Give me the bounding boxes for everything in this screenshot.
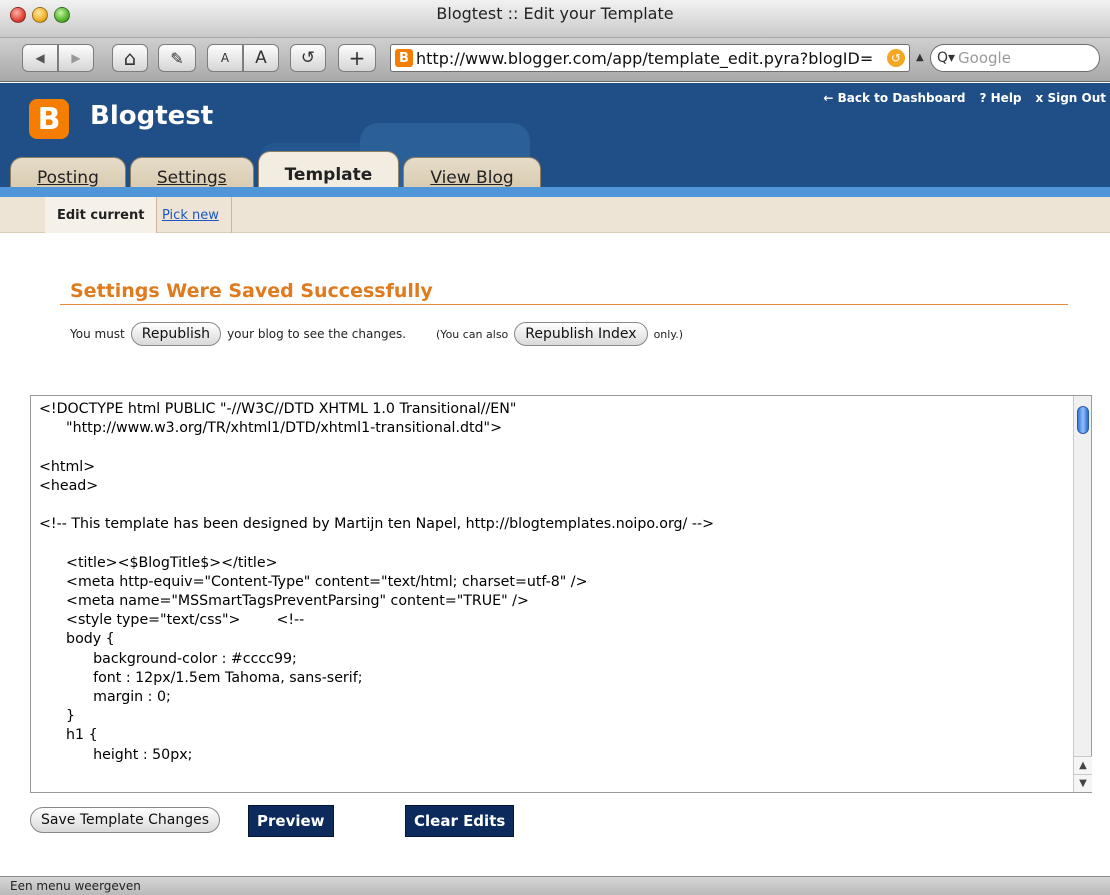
reload-button[interactable]: ↺: [290, 44, 326, 72]
home-button[interactable]: ⌂: [112, 44, 148, 72]
blogger-logo-icon: B: [29, 99, 69, 139]
back-arrow-icon: ◀: [35, 51, 45, 65]
back-to-dashboard-link[interactable]: ← Back to Dashboard: [823, 91, 965, 105]
text-larger-button[interactable]: A: [243, 44, 279, 72]
reload-icon: ↺: [300, 48, 316, 68]
blogger-favicon-icon: B: [395, 49, 413, 67]
clear-edits-button[interactable]: Clear Edits: [405, 805, 515, 837]
window-title: Blogtest :: Edit your Template: [436, 4, 674, 23]
text-large-icon: A: [255, 48, 267, 68]
address-bar[interactable]: B http://www.blogger.com/app/template_ed…: [390, 44, 910, 72]
success-message-title: Settings Were Saved Successfully: [70, 280, 433, 302]
sign-out-link[interactable]: x Sign Out: [1036, 91, 1106, 105]
status-text: Een menu weergeven: [10, 879, 141, 893]
subnav-edit-current[interactable]: Edit current: [45, 197, 158, 233]
message-suffix: only.): [653, 327, 684, 341]
header-links: ← Back to Dashboard ? Help x Sign Out: [823, 91, 1106, 105]
republish-index-button[interactable]: Republish Index: [514, 322, 648, 346]
browser-toolbar: ◀ ▶ ⌂ ✎ A A ↺ + B http://www.blogger.com…: [0, 38, 1110, 82]
forward-arrow-icon: ▶: [71, 51, 81, 65]
republish-message: You must Republish your blog to see the …: [70, 321, 683, 347]
blog-title: Blogtest: [90, 101, 214, 131]
search-placeholder: Google: [958, 49, 1011, 67]
url-text[interactable]: http://www.blogger.com/app/template_edit…: [416, 49, 887, 68]
add-bookmark-button[interactable]: +: [338, 44, 376, 72]
preview-button[interactable]: Preview: [248, 805, 334, 837]
search-field[interactable]: Q▾ Google: [930, 44, 1100, 72]
home-icon: ⌂: [123, 46, 137, 70]
message-also: (You can also: [436, 327, 509, 341]
address-dropdown-icon[interactable]: ▲: [916, 52, 924, 63]
snapback-icon[interactable]: ↺: [887, 49, 905, 67]
save-template-button[interactable]: Save Template Changes: [30, 807, 221, 833]
window-titlebar: Blogtest :: Edit your Template: [0, 0, 1110, 38]
forward-button[interactable]: ▶: [58, 44, 94, 72]
scrollbar-thumb[interactable]: [1077, 406, 1089, 434]
help-link[interactable]: ? Help: [980, 91, 1022, 105]
browser-statusbar: Een menu weergeven: [0, 876, 1110, 895]
template-code-textarea[interactable]: <!DOCTYPE html PUBLIC "-//W3C//DTD XHTML…: [31, 396, 1075, 792]
text-smaller-button[interactable]: A: [207, 44, 243, 72]
message-prefix: You must: [70, 327, 125, 341]
republish-button[interactable]: Republish: [130, 322, 222, 346]
template-editor[interactable]: <!DOCTYPE html PUBLIC "-//W3C//DTD XHTML…: [30, 395, 1092, 793]
search-icon: Q▾: [937, 50, 956, 66]
edit-bookmark-button[interactable]: ✎: [158, 44, 196, 72]
subnav-pick-new[interactable]: Pick new: [150, 197, 232, 233]
message-divider: [60, 304, 1068, 305]
header-blue-strip: [0, 187, 1110, 197]
editor-scrollbar[interactable]: ▲ ▼: [1073, 396, 1092, 792]
scroll-up-arrow-icon[interactable]: ▲: [1074, 756, 1092, 774]
message-middle: your blog to see the changes.: [227, 327, 407, 341]
pencil-icon: ✎: [170, 48, 184, 68]
plus-icon: +: [348, 46, 366, 70]
template-subnav: Edit current Pick new: [0, 197, 1110, 233]
scroll-down-arrow-icon[interactable]: ▼: [1074, 774, 1092, 792]
blogger-header: B Blogtest ← Back to Dashboard ? Help x …: [0, 83, 1110, 197]
back-button[interactable]: ◀: [22, 44, 58, 72]
text-small-icon: A: [220, 51, 230, 65]
